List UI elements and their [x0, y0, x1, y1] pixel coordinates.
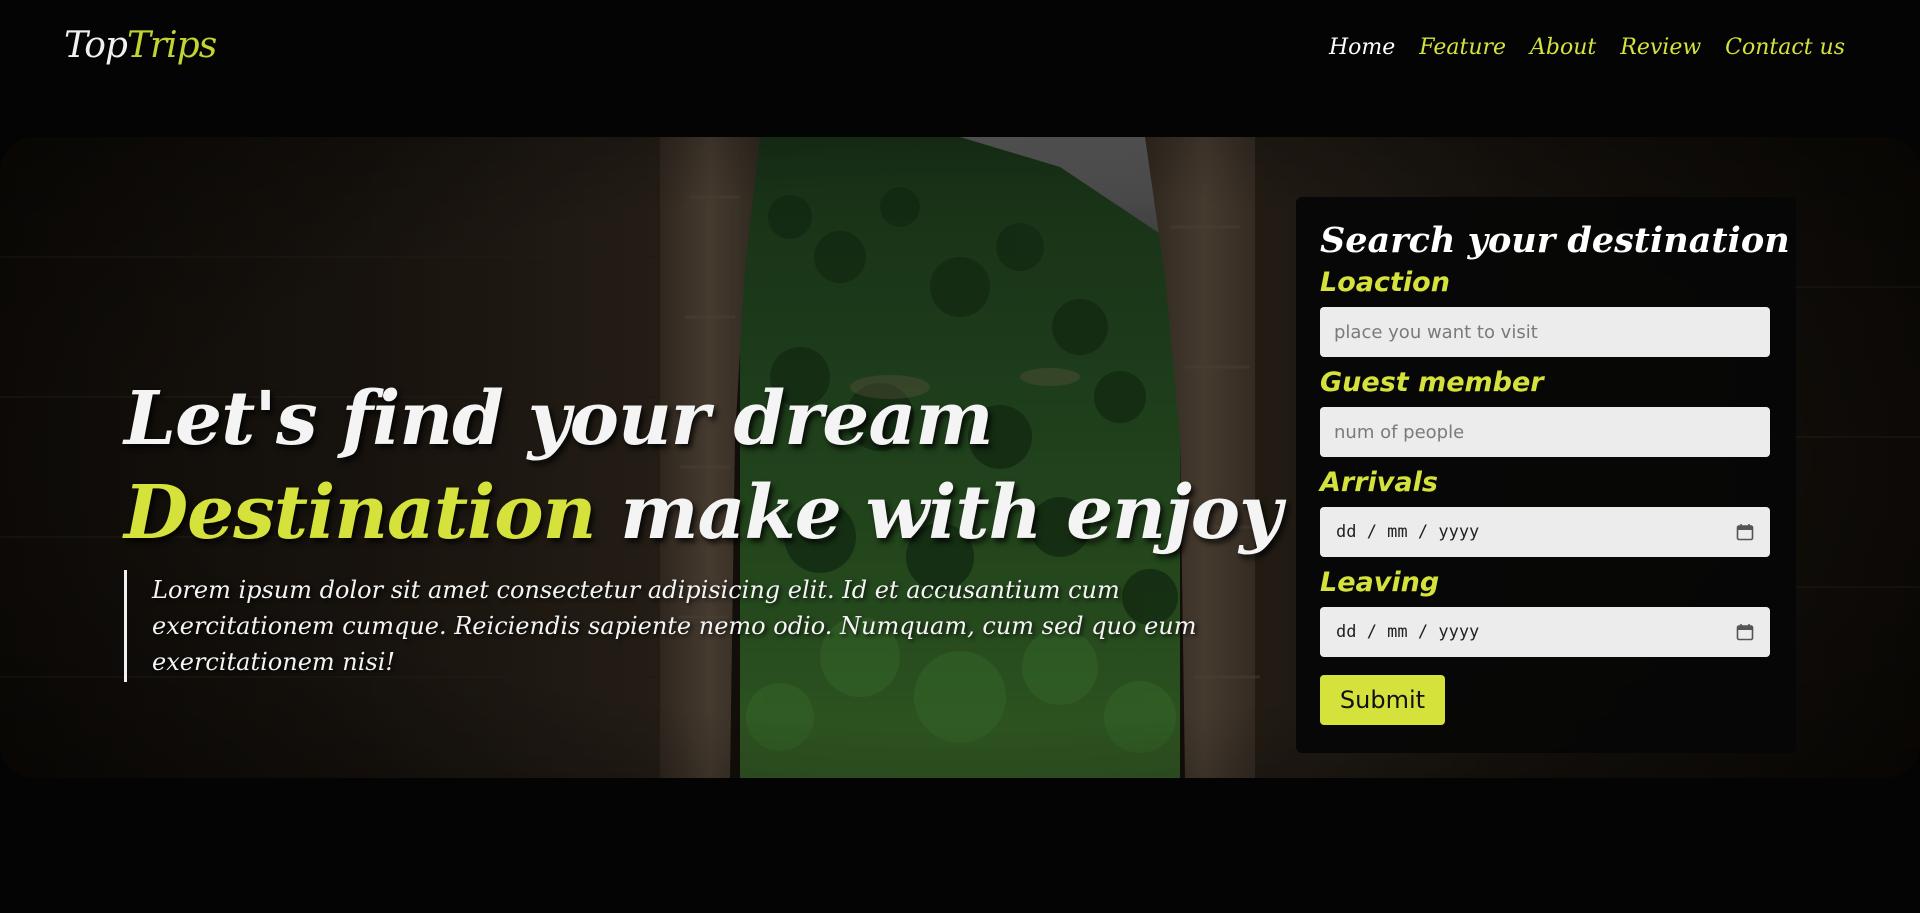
location-input[interactable] [1320, 307, 1770, 357]
arrivals-label: Arrivals [1320, 467, 1438, 498]
leaving-label: Leaving [1320, 567, 1440, 598]
nav-item-review[interactable]: Review [1620, 30, 1701, 66]
navbar: TopTrips Home Feature About Review Conta… [0, 0, 1920, 95]
calendar-icon[interactable] [1736, 623, 1754, 641]
submit-button[interactable]: Submit [1320, 675, 1445, 725]
hero-text-block: Let's find your dream Destination make w… [124, 372, 1282, 706]
calendar-icon[interactable] [1736, 523, 1754, 541]
arrivals-date-input[interactable]: dd / mm / yyyy [1320, 507, 1770, 557]
nav-item-home[interactable]: Home [1329, 30, 1395, 66]
location-label: Loaction [1320, 267, 1450, 298]
logo-part-trips: Trips [126, 25, 217, 66]
nav-item-contact[interactable]: Contact us [1725, 30, 1845, 66]
hero-title-accent: Destination [124, 470, 596, 556]
hero-section: Let's find your dream Destination make w… [0, 137, 1920, 778]
nav-item-feature[interactable]: Feature [1419, 30, 1506, 66]
logo[interactable]: TopTrips [64, 22, 217, 70]
hero-title-rest: make with enjoy [620, 470, 1282, 556]
guest-label: Guest member [1320, 367, 1544, 398]
leaving-date-input[interactable]: dd / mm / yyyy [1320, 607, 1770, 657]
guest-input[interactable] [1320, 407, 1770, 457]
hero-title: Let's find your dream Destination make w… [124, 372, 1282, 560]
nav-menu: Home Feature About Review Contact us [1329, 30, 1845, 66]
hero-description: Lorem ipsum dolor sit amet consectetur a… [124, 570, 1224, 682]
logo-part-top: Top [64, 25, 128, 66]
nav-item-about[interactable]: About [1530, 30, 1596, 66]
search-form: Search your destination Loaction Guest m… [1296, 197, 1796, 753]
hero-title-line1: Let's find your dream [124, 376, 994, 462]
search-title: Search your destination [1320, 220, 1790, 261]
leaving-date-text: dd / mm / yyyy [1336, 622, 1480, 642]
arrivals-date-text: dd / mm / yyyy [1336, 522, 1480, 542]
